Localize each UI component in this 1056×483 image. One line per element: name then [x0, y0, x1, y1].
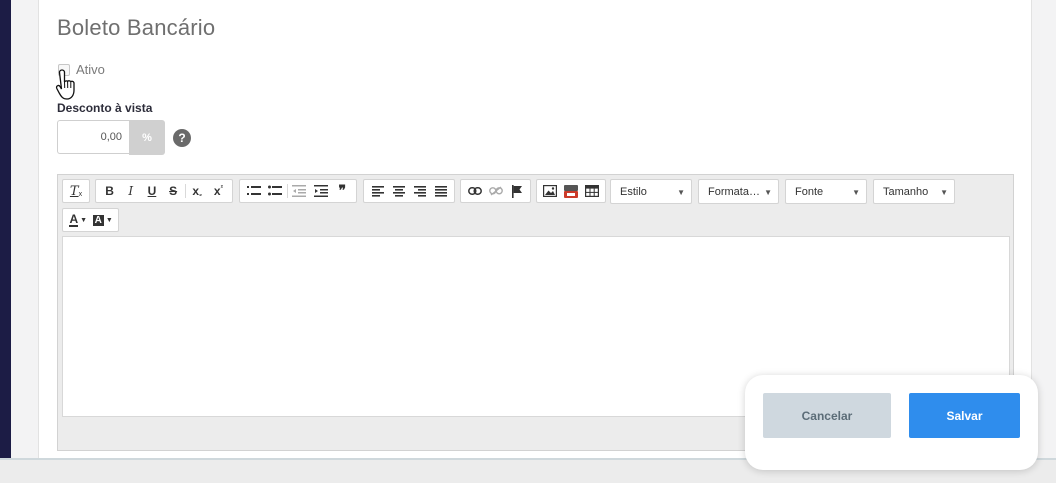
font-combo[interactable]: Fonte ▼	[785, 179, 867, 204]
numbered-list-icon[interactable]	[243, 181, 264, 201]
chevron-down-icon: ▼	[940, 188, 948, 197]
toolbar-group-clear: Tx	[62, 179, 90, 203]
unlink-icon[interactable]	[485, 181, 506, 201]
save-button[interactable]: Salvar	[909, 393, 1020, 438]
toolbar-group-links	[460, 179, 531, 203]
toolbar-group-lists: ❞	[239, 179, 357, 203]
desconto-input[interactable]	[57, 120, 130, 154]
format-combo[interactable]: Formata… ▼	[698, 179, 779, 204]
desconto-label: Desconto à vista	[57, 101, 153, 115]
hand-cursor-icon	[55, 69, 75, 100]
underline-icon[interactable]: U	[141, 181, 162, 201]
youtube-icon[interactable]	[561, 181, 582, 201]
help-icon[interactable]: ?	[173, 129, 191, 147]
bulleted-list-icon[interactable]	[264, 181, 285, 201]
bold-icon[interactable]: B	[99, 181, 120, 201]
table-icon[interactable]	[581, 181, 602, 201]
remove-format-icon[interactable]: Tx	[66, 181, 86, 201]
toolbar-group-insert	[536, 179, 606, 203]
justify-icon[interactable]	[430, 181, 451, 201]
subscript-icon[interactable]: x₂	[187, 181, 208, 201]
size-combo-label: Tamanho	[883, 185, 929, 198]
decrease-indent-icon[interactable]	[289, 181, 310, 201]
anchor-flag-icon[interactable]	[506, 181, 527, 201]
align-center-icon[interactable]	[388, 181, 409, 201]
italic-icon[interactable]: I	[120, 181, 141, 201]
section-title: Boleto Bancário	[57, 15, 216, 40]
chevron-down-icon: ▼	[677, 188, 685, 197]
align-left-icon[interactable]	[367, 181, 388, 201]
blockquote-icon[interactable]: ❞	[332, 181, 353, 201]
format-combo-label: Formata…	[708, 185, 760, 198]
image-icon[interactable]	[540, 181, 561, 201]
increase-indent-icon[interactable]	[310, 181, 331, 201]
cancel-button[interactable]: Cancelar	[763, 393, 891, 438]
strikethrough-icon[interactable]: S	[163, 181, 184, 201]
style-combo-label: Estilo	[620, 185, 647, 198]
chevron-down-icon: ▼	[764, 188, 772, 197]
link-icon[interactable]	[464, 181, 485, 201]
superscript-icon[interactable]: x²	[208, 181, 229, 201]
background-color-icon[interactable]: A ▼	[91, 210, 116, 230]
sidebar-strip	[0, 0, 11, 483]
toolbar-group-colors: A ▼ A ▼	[62, 208, 119, 232]
size-combo[interactable]: Tamanho ▼	[873, 179, 955, 204]
toolbar-group-align	[363, 179, 455, 203]
style-combo[interactable]: Estilo ▼	[610, 179, 692, 204]
chevron-down-icon: ▼	[852, 188, 860, 197]
toolbar-separator	[286, 184, 288, 198]
align-right-icon[interactable]	[409, 181, 430, 201]
percent-addon: %	[129, 120, 165, 155]
text-color-icon[interactable]: A ▼	[66, 210, 91, 230]
toolbar-group-basic: B I U S x₂ x²	[95, 179, 233, 203]
font-combo-label: Fonte	[795, 185, 824, 198]
toolbar-separator	[184, 184, 186, 198]
